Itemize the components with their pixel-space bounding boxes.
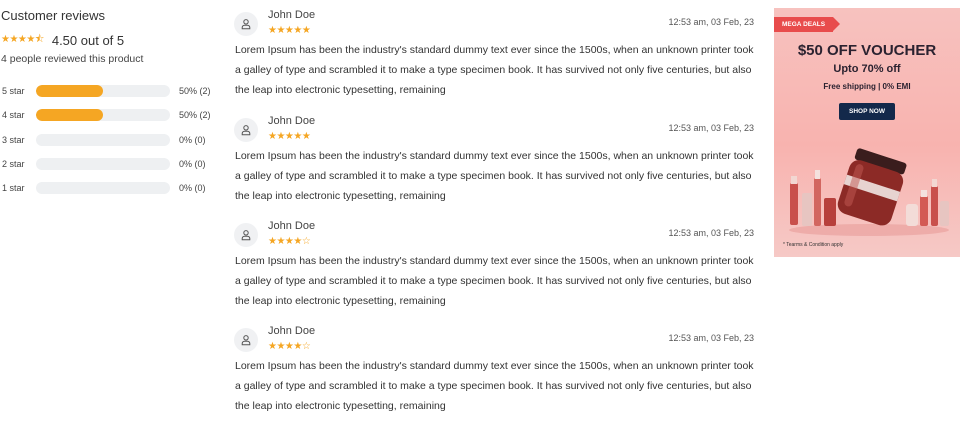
rating-row-percent: 50% (2) — [179, 110, 211, 121]
review-item: John Doe ★★★★☆ 12:53 am, 03 Feb, 23 Lore… — [234, 211, 756, 311]
rating-bar — [36, 157, 170, 170]
review-date: 12:53 am, 03 Feb, 23 — [668, 123, 754, 133]
promo-headline: $50 OFF VOUCHER — [797, 42, 937, 59]
reviewer-name: John Doe — [268, 9, 316, 21]
rating-row-2[interactable]: 2 star 0% (0) — [2, 157, 227, 182]
review-text: Lorem Ipsum has been the industry's stan… — [235, 255, 754, 307]
rating-row-label: 2 star — [2, 158, 25, 169]
summary-title: Customer reviews — [1, 8, 106, 23]
reviewer-name: John Doe — [268, 325, 316, 337]
rating-row-4[interactable]: 4 star 50% (2) — [2, 109, 227, 133]
user-icon — [234, 118, 258, 142]
rating-bar — [36, 182, 170, 195]
promo-banner[interactable]: MEGA DEALS $50 OFF VOUCHER Upto 70% off … — [774, 8, 960, 257]
review-item: John Doe ★★★★★ 12:53 am, 03 Feb, 23 Lore… — [234, 106, 756, 206]
rating-bar-fill — [36, 85, 103, 97]
rating-row-percent: 0% (0) — [179, 134, 206, 145]
rating-row-3[interactable]: 3 star 0% (0) — [2, 133, 227, 158]
user-icon — [234, 12, 258, 36]
review-text: Lorem Ipsum has been the industry's stan… — [235, 360, 754, 412]
review-stars-icon: ★★★★☆ — [268, 236, 311, 247]
average-rating-text: 4.50 out of 5 — [51, 33, 125, 48]
average-rating: ★★★★⯪ 4.50 out of 5 — [1, 32, 124, 49]
review-stars-icon: ★★★★★ — [268, 131, 311, 142]
product-bottles-image — [789, 148, 949, 236]
rating-row-percent: 0% (0) — [179, 183, 206, 194]
review-item: John Doe ★★★★☆ 12:53 am, 03 Feb, 23 Lore… — [234, 316, 756, 416]
rating-row-1[interactable]: 1 star 0% (0) — [2, 182, 227, 206]
rating-breakdown: 5 star 50% (2) 4 star 50% (2) 3 star 0% … — [2, 85, 227, 206]
review-stars-icon: ★★★★☆ — [268, 341, 311, 352]
rating-bar-fill — [36, 109, 103, 122]
rating-row-label: 5 star — [2, 86, 25, 96]
review-text: Lorem Ipsum has been the industry's stan… — [235, 150, 754, 202]
promo-subline: Upto 70% off — [833, 63, 901, 75]
reviewer-name: John Doe — [268, 115, 316, 127]
rating-row-percent: 0% (0) — [179, 158, 206, 169]
user-icon — [234, 328, 258, 352]
rating-bar — [36, 85, 170, 97]
review-date: 12:53 am, 03 Feb, 23 — [668, 333, 754, 343]
terms-note: * Tearms & Condition apply — [783, 242, 844, 248]
rating-bar — [36, 133, 170, 146]
review-stars-icon: ★★★★★ — [268, 25, 311, 36]
review-count: 4 people reviewed this product — [1, 53, 144, 65]
shop-now-button[interactable]: SHOP NOW — [839, 103, 895, 120]
rating-row-percent: 50% (2) — [179, 86, 211, 96]
rating-row-5[interactable]: 5 star 50% (2) — [2, 85, 227, 109]
review-text: Lorem Ipsum has been the industry's stan… — [235, 44, 754, 96]
reviewer-name: John Doe — [268, 220, 316, 232]
rating-row-label: 4 star — [2, 110, 25, 121]
review-item: John Doe ★★★★★ 12:53 am, 03 Feb, 23 Lore… — [234, 0, 756, 100]
promo-shipping: Free shipping | 0% EMI — [823, 82, 911, 91]
mega-deals-tag: MEGA DEALS — [774, 17, 841, 32]
rating-row-label: 1 star — [2, 183, 25, 194]
average-stars-icon: ★★★★⯪ — [1, 34, 44, 45]
rating-bar — [36, 109, 170, 122]
rating-row-label: 3 star — [2, 134, 25, 145]
review-date: 12:53 am, 03 Feb, 23 — [668, 17, 754, 27]
user-icon — [234, 223, 258, 247]
review-date: 12:53 am, 03 Feb, 23 — [668, 228, 754, 238]
